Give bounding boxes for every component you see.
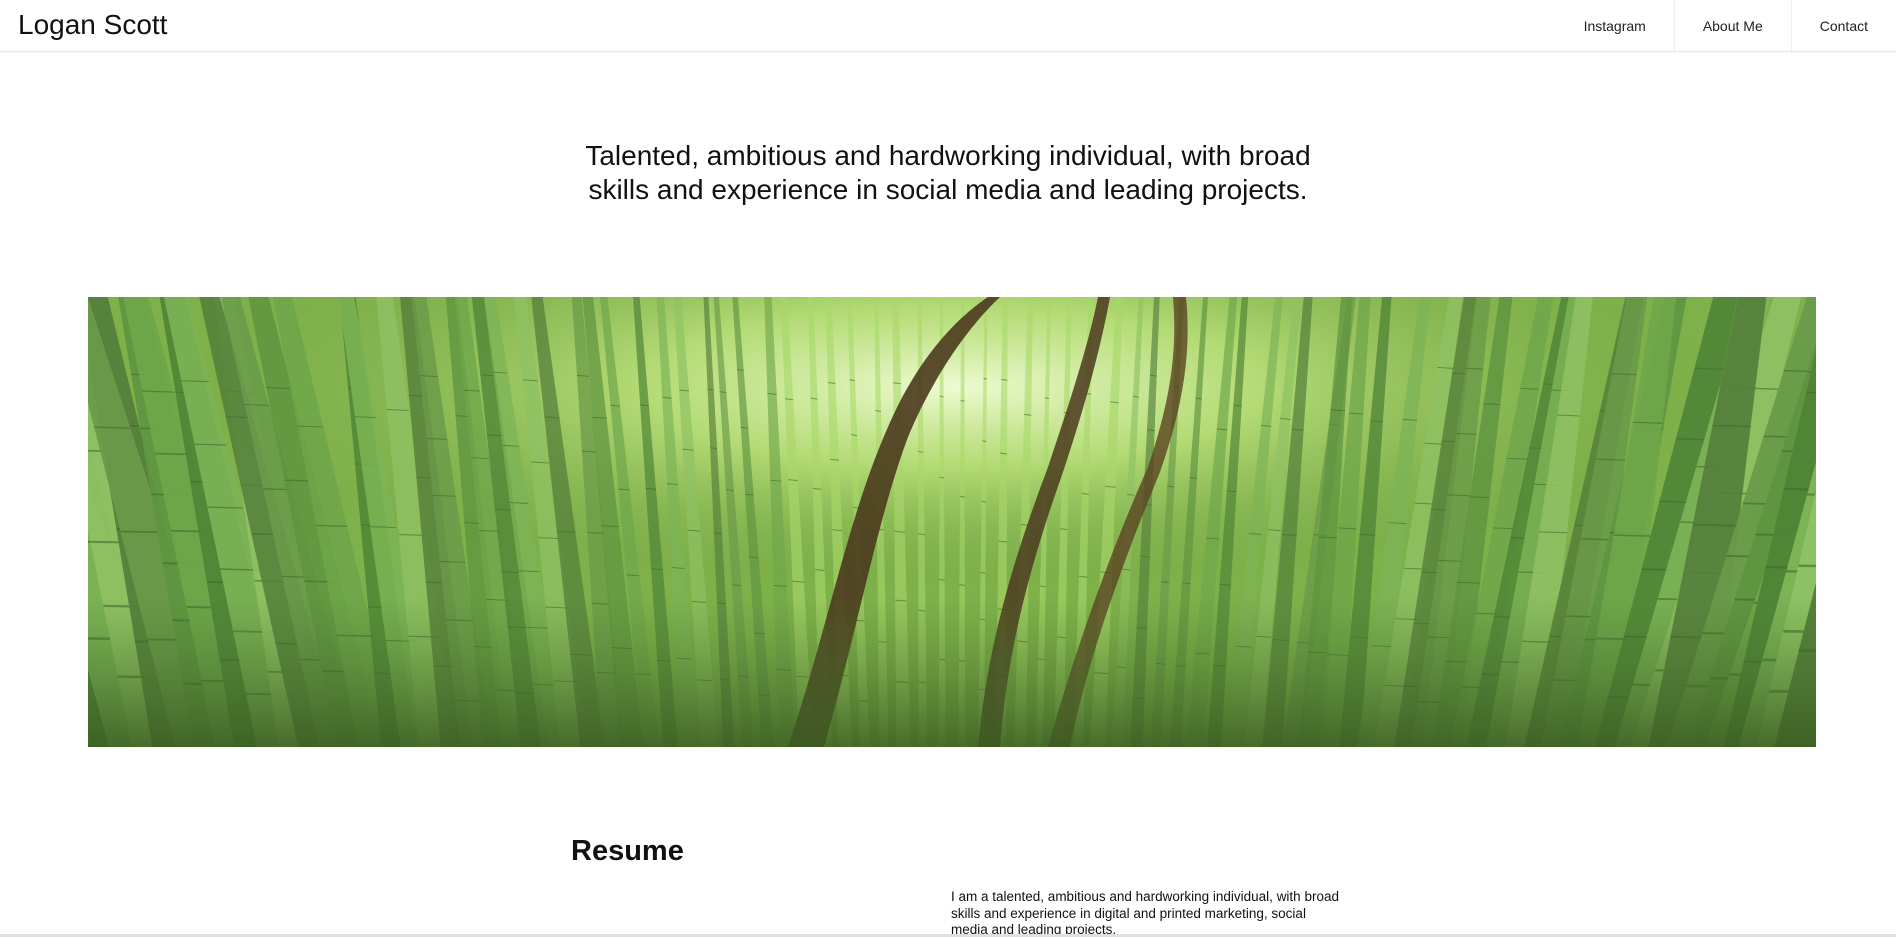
- resume-intro-text: I am a talented, ambitious and hardworki…: [951, 889, 1339, 937]
- site-brand-link[interactable]: Logan Scott: [18, 8, 167, 42]
- nav-link-about-me[interactable]: About Me: [1673, 0, 1791, 51]
- tagline-line-2: skills and experience in social media an…: [588, 174, 1308, 205]
- bamboo-forest-graphic: [88, 297, 1816, 747]
- bamboo-forest-image: [88, 297, 1816, 747]
- top-navbar: Logan Scott Instagram About Me Contact: [0, 0, 1896, 52]
- tagline-line-1: Talented, ambitious and hardworking indi…: [585, 140, 1311, 171]
- hero-tagline: Talented, ambitious and hardworking indi…: [0, 139, 1896, 207]
- nav-link-instagram[interactable]: Instagram: [1556, 0, 1674, 51]
- main-nav: Instagram About Me Contact: [1556, 0, 1896, 51]
- resume-heading: Resume: [571, 835, 684, 867]
- nav-link-contact[interactable]: Contact: [1790, 0, 1896, 51]
- page: Logan Scott Instagram About Me Contact T…: [0, 0, 1896, 937]
